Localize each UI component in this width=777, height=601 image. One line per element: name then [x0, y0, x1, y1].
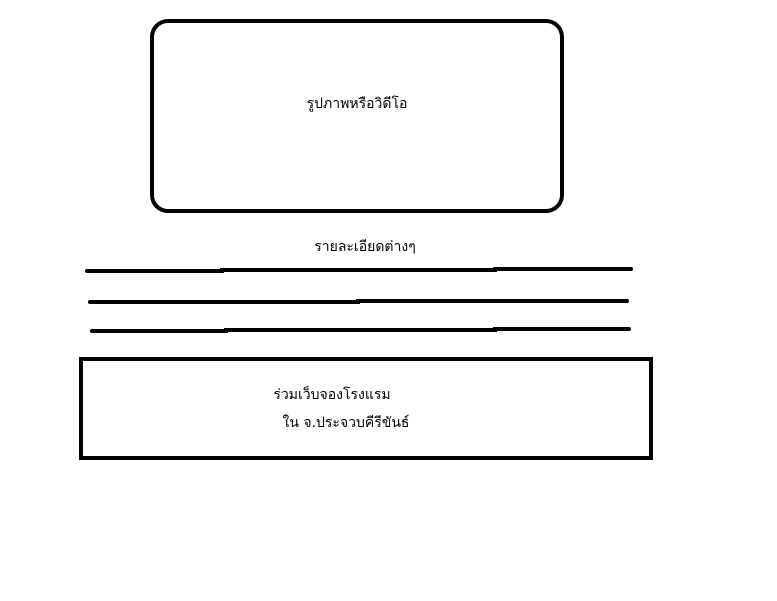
- media-label: รูปภาพหรือวิดีโอ: [306, 96, 408, 112]
- detail-line-3: [90, 327, 631, 333]
- detail-line-1: [85, 267, 633, 273]
- banner-line-1: ร่วมเว็บจองโรงแรม: [273, 386, 391, 403]
- hotel-booking-banner[interactable]: ร่วมเว็บจองโรงแรม ใน จ.ประจวบคีรีขันธ์: [79, 357, 653, 460]
- banner-line-2: ใน จ.ประจวบคีรีขันธ์: [282, 414, 410, 431]
- details-label: รายละเอียดต่างๆ: [314, 239, 416, 255]
- media-placeholder: รูปภาพหรือวิดีโอ: [150, 19, 564, 213]
- detail-line-2: [88, 299, 629, 304]
